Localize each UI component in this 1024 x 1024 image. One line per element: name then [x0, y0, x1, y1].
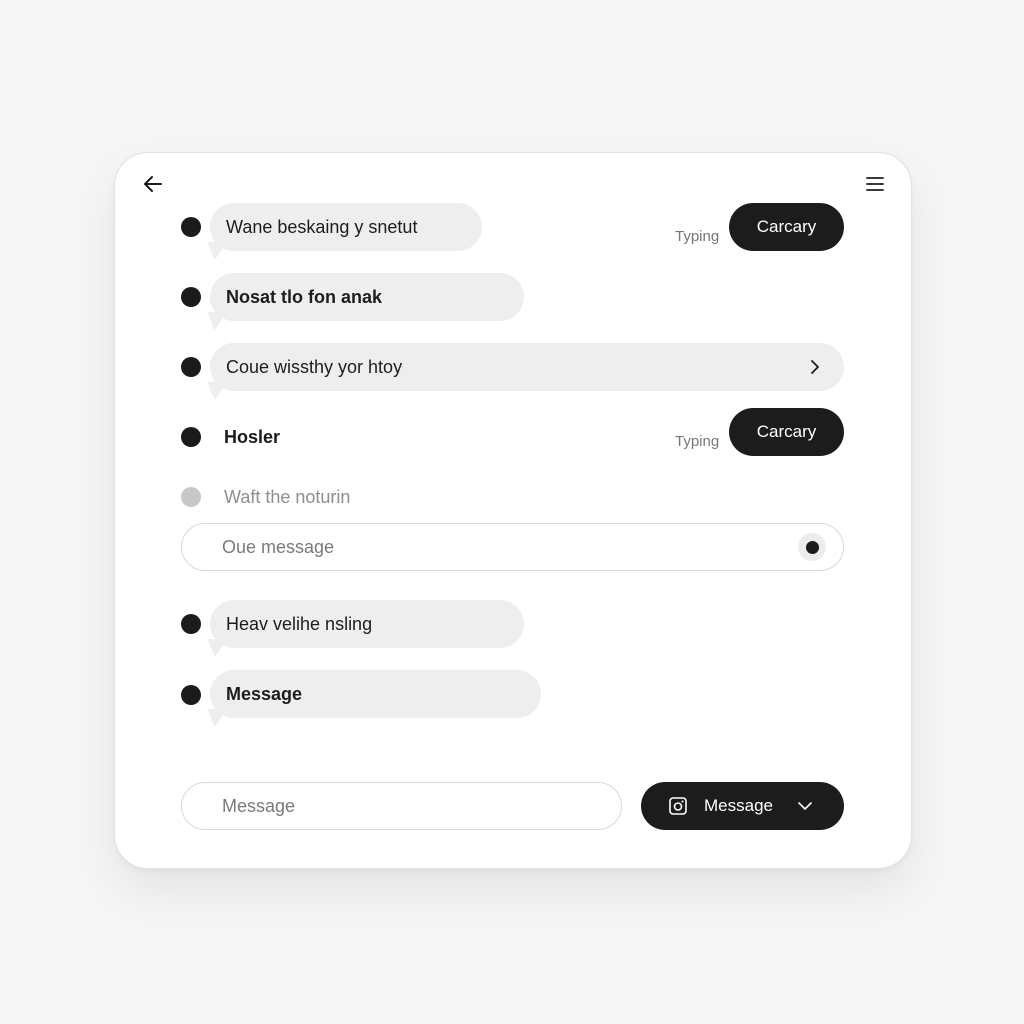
- message-bubble[interactable]: Wane beskaing y snetut: [210, 203, 482, 251]
- radio-selected-icon[interactable]: [798, 533, 826, 561]
- camera-icon: [669, 797, 687, 815]
- typing-indicator: Typing: [675, 433, 720, 450]
- composer-placeholder: Message: [222, 795, 296, 816]
- chevron-right-icon: [811, 360, 819, 374]
- sender-dot: [181, 287, 201, 307]
- chevron-down-icon[interactable]: [797, 798, 813, 814]
- carcary-button[interactable]: Carcary: [729, 408, 844, 456]
- sender-dot: [181, 357, 201, 377]
- message-bubble[interactable]: Message: [210, 670, 541, 718]
- menu-button[interactable]: [861, 170, 889, 198]
- inline-message-input[interactable]: Oue message: [181, 523, 844, 571]
- message-text: Heav velihe nsling: [226, 613, 373, 634]
- message-text: Wane beskaing y snetut: [226, 216, 418, 237]
- message-bubble-expandable[interactable]: Coue wissthy yor htoy: [210, 343, 844, 391]
- radio-dot: [805, 540, 819, 554]
- sender-dot: [181, 427, 201, 447]
- sender-dot: [181, 217, 201, 237]
- send-button-label: Message: [704, 796, 773, 815]
- message-text: Message: [226, 683, 303, 704]
- hamburger-menu-icon: [866, 177, 884, 191]
- back-button[interactable]: [139, 170, 167, 198]
- arrow-left-icon: [144, 176, 162, 192]
- send-message-button[interactable]: Message: [641, 782, 844, 830]
- message-bubble[interactable]: Nosat tlo fon anak: [210, 273, 524, 321]
- sender-dot-muted: [181, 487, 201, 507]
- message-text: Nosat tlo fon anak: [226, 286, 383, 307]
- carcary-button[interactable]: Carcary: [729, 203, 844, 251]
- message-text: Hosler: [224, 426, 281, 447]
- sender-dot: [181, 614, 201, 634]
- composer-input[interactable]: Message: [181, 782, 622, 830]
- sender-dot: [181, 685, 201, 705]
- typing-indicator: Typing: [675, 228, 720, 245]
- inline-input-placeholder: Oue message: [222, 536, 335, 557]
- message-text-muted: Waft the noturin: [224, 486, 351, 507]
- message-text: Coue wissthy yor htoy: [226, 356, 403, 377]
- chat-card: Wane beskaing y snetut Typing Carcary No…: [114, 152, 912, 869]
- message-bubble[interactable]: Heav velihe nsling: [210, 600, 524, 648]
